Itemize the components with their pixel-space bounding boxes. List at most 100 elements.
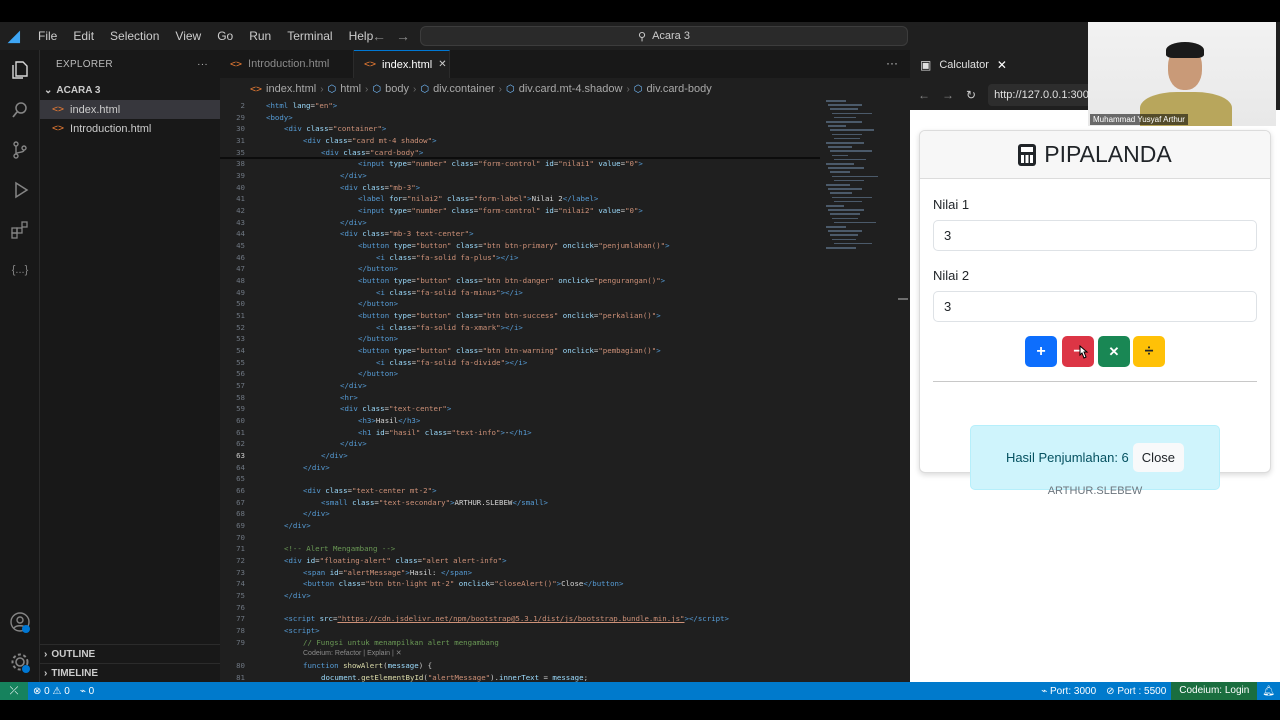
close-alert-button[interactable]: Close bbox=[1132, 443, 1185, 472]
chevron-right-icon: › bbox=[626, 83, 630, 95]
minimap-line bbox=[834, 137, 860, 140]
plus-icon: + bbox=[1036, 342, 1046, 360]
breadcrumb-item[interactable]: div.card.mt-4.shadow bbox=[519, 83, 623, 95]
close-tab-icon[interactable]: ✕ bbox=[997, 58, 1007, 72]
run-debug-icon[interactable] bbox=[8, 178, 32, 202]
menu-edit[interactable]: Edit bbox=[65, 22, 102, 50]
bottom-black-band bbox=[0, 700, 1280, 720]
back-arrow-icon[interactable]: ← bbox=[918, 88, 930, 102]
url-input[interactable]: http://127.0.0.1:300 bbox=[988, 84, 1099, 106]
settings-gear-icon[interactable] bbox=[8, 650, 32, 674]
folder-acara-3[interactable]: ⌄ ACARA 3 bbox=[40, 80, 220, 100]
more-actions-icon[interactable]: ··· bbox=[197, 59, 208, 70]
code-area[interactable]: 2 <html lang="en"> 29 <body> 30 <div class=… bbox=[220, 100, 820, 682]
floating-alert: Hasil Penjumlahan: 6 Close bbox=[970, 425, 1220, 490]
html-file-icon: <> bbox=[52, 123, 65, 134]
chevron-right-icon: › bbox=[365, 83, 369, 95]
xmark-icon: ✕ bbox=[1108, 343, 1120, 359]
codeium-codelens[interactable]: Codeium: Refactor | Explain | ✕ bbox=[303, 648, 402, 660]
explorer-sidebar: EXPLORER ··· ⌄ ACARA 3 <> index.html <> … bbox=[40, 50, 220, 682]
json-braces-icon[interactable]: {...} bbox=[8, 258, 32, 282]
browser-icon: ▣ bbox=[920, 58, 932, 72]
close-tab-icon[interactable]: ✕ bbox=[438, 59, 446, 70]
tab-index-html[interactable]: <> index.html ✕ bbox=[354, 50, 450, 78]
menu-view[interactable]: View bbox=[167, 22, 209, 50]
minimap-line bbox=[828, 167, 864, 169]
account-icon[interactable] bbox=[8, 610, 32, 634]
minimap-line bbox=[832, 196, 872, 199]
forward-arrow-icon[interactable]: → bbox=[396, 28, 410, 44]
timeline-section[interactable]: › TIMELINE bbox=[40, 663, 220, 683]
nilai2-label: Nilai 2 bbox=[933, 268, 970, 283]
breadcrumb-item[interactable]: div.container bbox=[433, 83, 495, 95]
scrollbar-thumb[interactable] bbox=[898, 298, 908, 300]
add-button[interactable]: + bbox=[1025, 336, 1057, 367]
minimap[interactable] bbox=[822, 100, 892, 320]
minimap-line bbox=[830, 192, 852, 194]
minimap-line bbox=[834, 158, 866, 161]
tab-label: Introduction.html bbox=[248, 58, 330, 70]
chevron-right-icon: › bbox=[320, 83, 324, 95]
menu-file[interactable]: File bbox=[30, 22, 65, 50]
minimap-line bbox=[826, 100, 846, 102]
tab-introduction-html[interactable]: <> Introduction.html bbox=[220, 50, 354, 78]
remote-indicator-icon[interactable]: ⤫ bbox=[0, 682, 28, 700]
breadcrumb-item[interactable]: html bbox=[340, 83, 361, 95]
minimap-line bbox=[828, 188, 862, 190]
chevron-right-icon: › bbox=[44, 668, 48, 679]
mouse-cursor-icon bbox=[1079, 345, 1089, 359]
multiply-button[interactable]: ✕ bbox=[1098, 336, 1130, 367]
command-center-search[interactable]: ⚲ Acara 3 bbox=[420, 26, 908, 46]
menu-selection[interactable]: Selection bbox=[102, 22, 167, 50]
minimap-line bbox=[826, 247, 856, 249]
chevron-right-icon: › bbox=[44, 649, 48, 660]
divide-button[interactable]: ÷ bbox=[1133, 336, 1165, 367]
extensions-icon[interactable] bbox=[8, 218, 32, 242]
live-server-indicator[interactable]: ⊘ Port : 5500 bbox=[1101, 686, 1171, 697]
forward-arrow-icon[interactable]: → bbox=[942, 88, 954, 102]
search-icon: ⚲ bbox=[638, 30, 647, 43]
minimap-line bbox=[830, 108, 858, 110]
outline-section[interactable]: › OUTLINE bbox=[40, 644, 220, 664]
html-file-icon: <> bbox=[364, 59, 377, 70]
notifications-bell-icon[interactable]: 🔔︎ bbox=[1257, 686, 1280, 697]
minimap-line bbox=[828, 209, 864, 211]
menu-run[interactable]: Run bbox=[241, 22, 279, 50]
minimap-line bbox=[834, 242, 872, 245]
breadcrumb-item[interactable]: index.html bbox=[266, 83, 316, 95]
explorer-files-icon[interactable] bbox=[8, 58, 32, 82]
warning-icon: ⚠ bbox=[52, 685, 62, 697]
file-name: index.html bbox=[70, 103, 121, 116]
file-index-html[interactable]: <> index.html bbox=[40, 100, 220, 119]
reload-icon[interactable]: ↻ bbox=[966, 88, 976, 102]
minimap-line bbox=[826, 205, 844, 207]
menu-terminal[interactable]: Terminal bbox=[279, 22, 340, 50]
problems-indicator[interactable]: ⊗ 0 ⚠ 0 bbox=[28, 686, 75, 697]
codeium-status[interactable]: Codeium: Login bbox=[1171, 682, 1258, 700]
explorer-header: EXPLORER ··· bbox=[40, 50, 220, 78]
code-editor: <> Introduction.html <> index.html ✕ ···… bbox=[220, 50, 910, 682]
minimap-line bbox=[828, 230, 862, 232]
breadcrumb-item[interactable]: body bbox=[385, 83, 409, 95]
more-actions-icon[interactable]: ··· bbox=[886, 56, 898, 70]
webcam-name-label: Muhammad Yusyaf Arthur bbox=[1090, 114, 1188, 125]
back-arrow-icon[interactable]: ← bbox=[372, 28, 386, 44]
nilai1-input[interactable]: 3 bbox=[933, 220, 1257, 251]
browser-tab-title[interactable]: Calculator bbox=[939, 59, 989, 71]
breadcrumb-item[interactable]: div.card-body bbox=[647, 83, 712, 95]
divide-icon: ÷ bbox=[1144, 342, 1154, 360]
nilai2-input[interactable]: 3 bbox=[933, 291, 1257, 322]
outline-label: OUTLINE bbox=[51, 649, 96, 660]
menu-go[interactable]: Go bbox=[209, 22, 241, 50]
search-icon[interactable] bbox=[8, 98, 32, 122]
error-icon: ⊗ bbox=[33, 685, 42, 697]
timeline-label: TIMELINE bbox=[51, 668, 99, 679]
element-icon: ⬡ bbox=[420, 83, 430, 95]
ports-indicator[interactable]: ⌁ 0 bbox=[75, 686, 99, 697]
file-introduction-html[interactable]: <> Introduction.html bbox=[40, 119, 220, 138]
vscode-logo-icon: ◢ bbox=[8, 28, 20, 45]
calculator-card: PIPALANDA Nilai 1 3 Nilai 2 3 + − ✕ ÷ bbox=[919, 130, 1271, 473]
port-3000-indicator[interactable]: ⌁ Port: 3000 bbox=[1036, 686, 1101, 697]
minimap-line bbox=[832, 238, 856, 241]
source-control-icon[interactable] bbox=[8, 138, 32, 162]
